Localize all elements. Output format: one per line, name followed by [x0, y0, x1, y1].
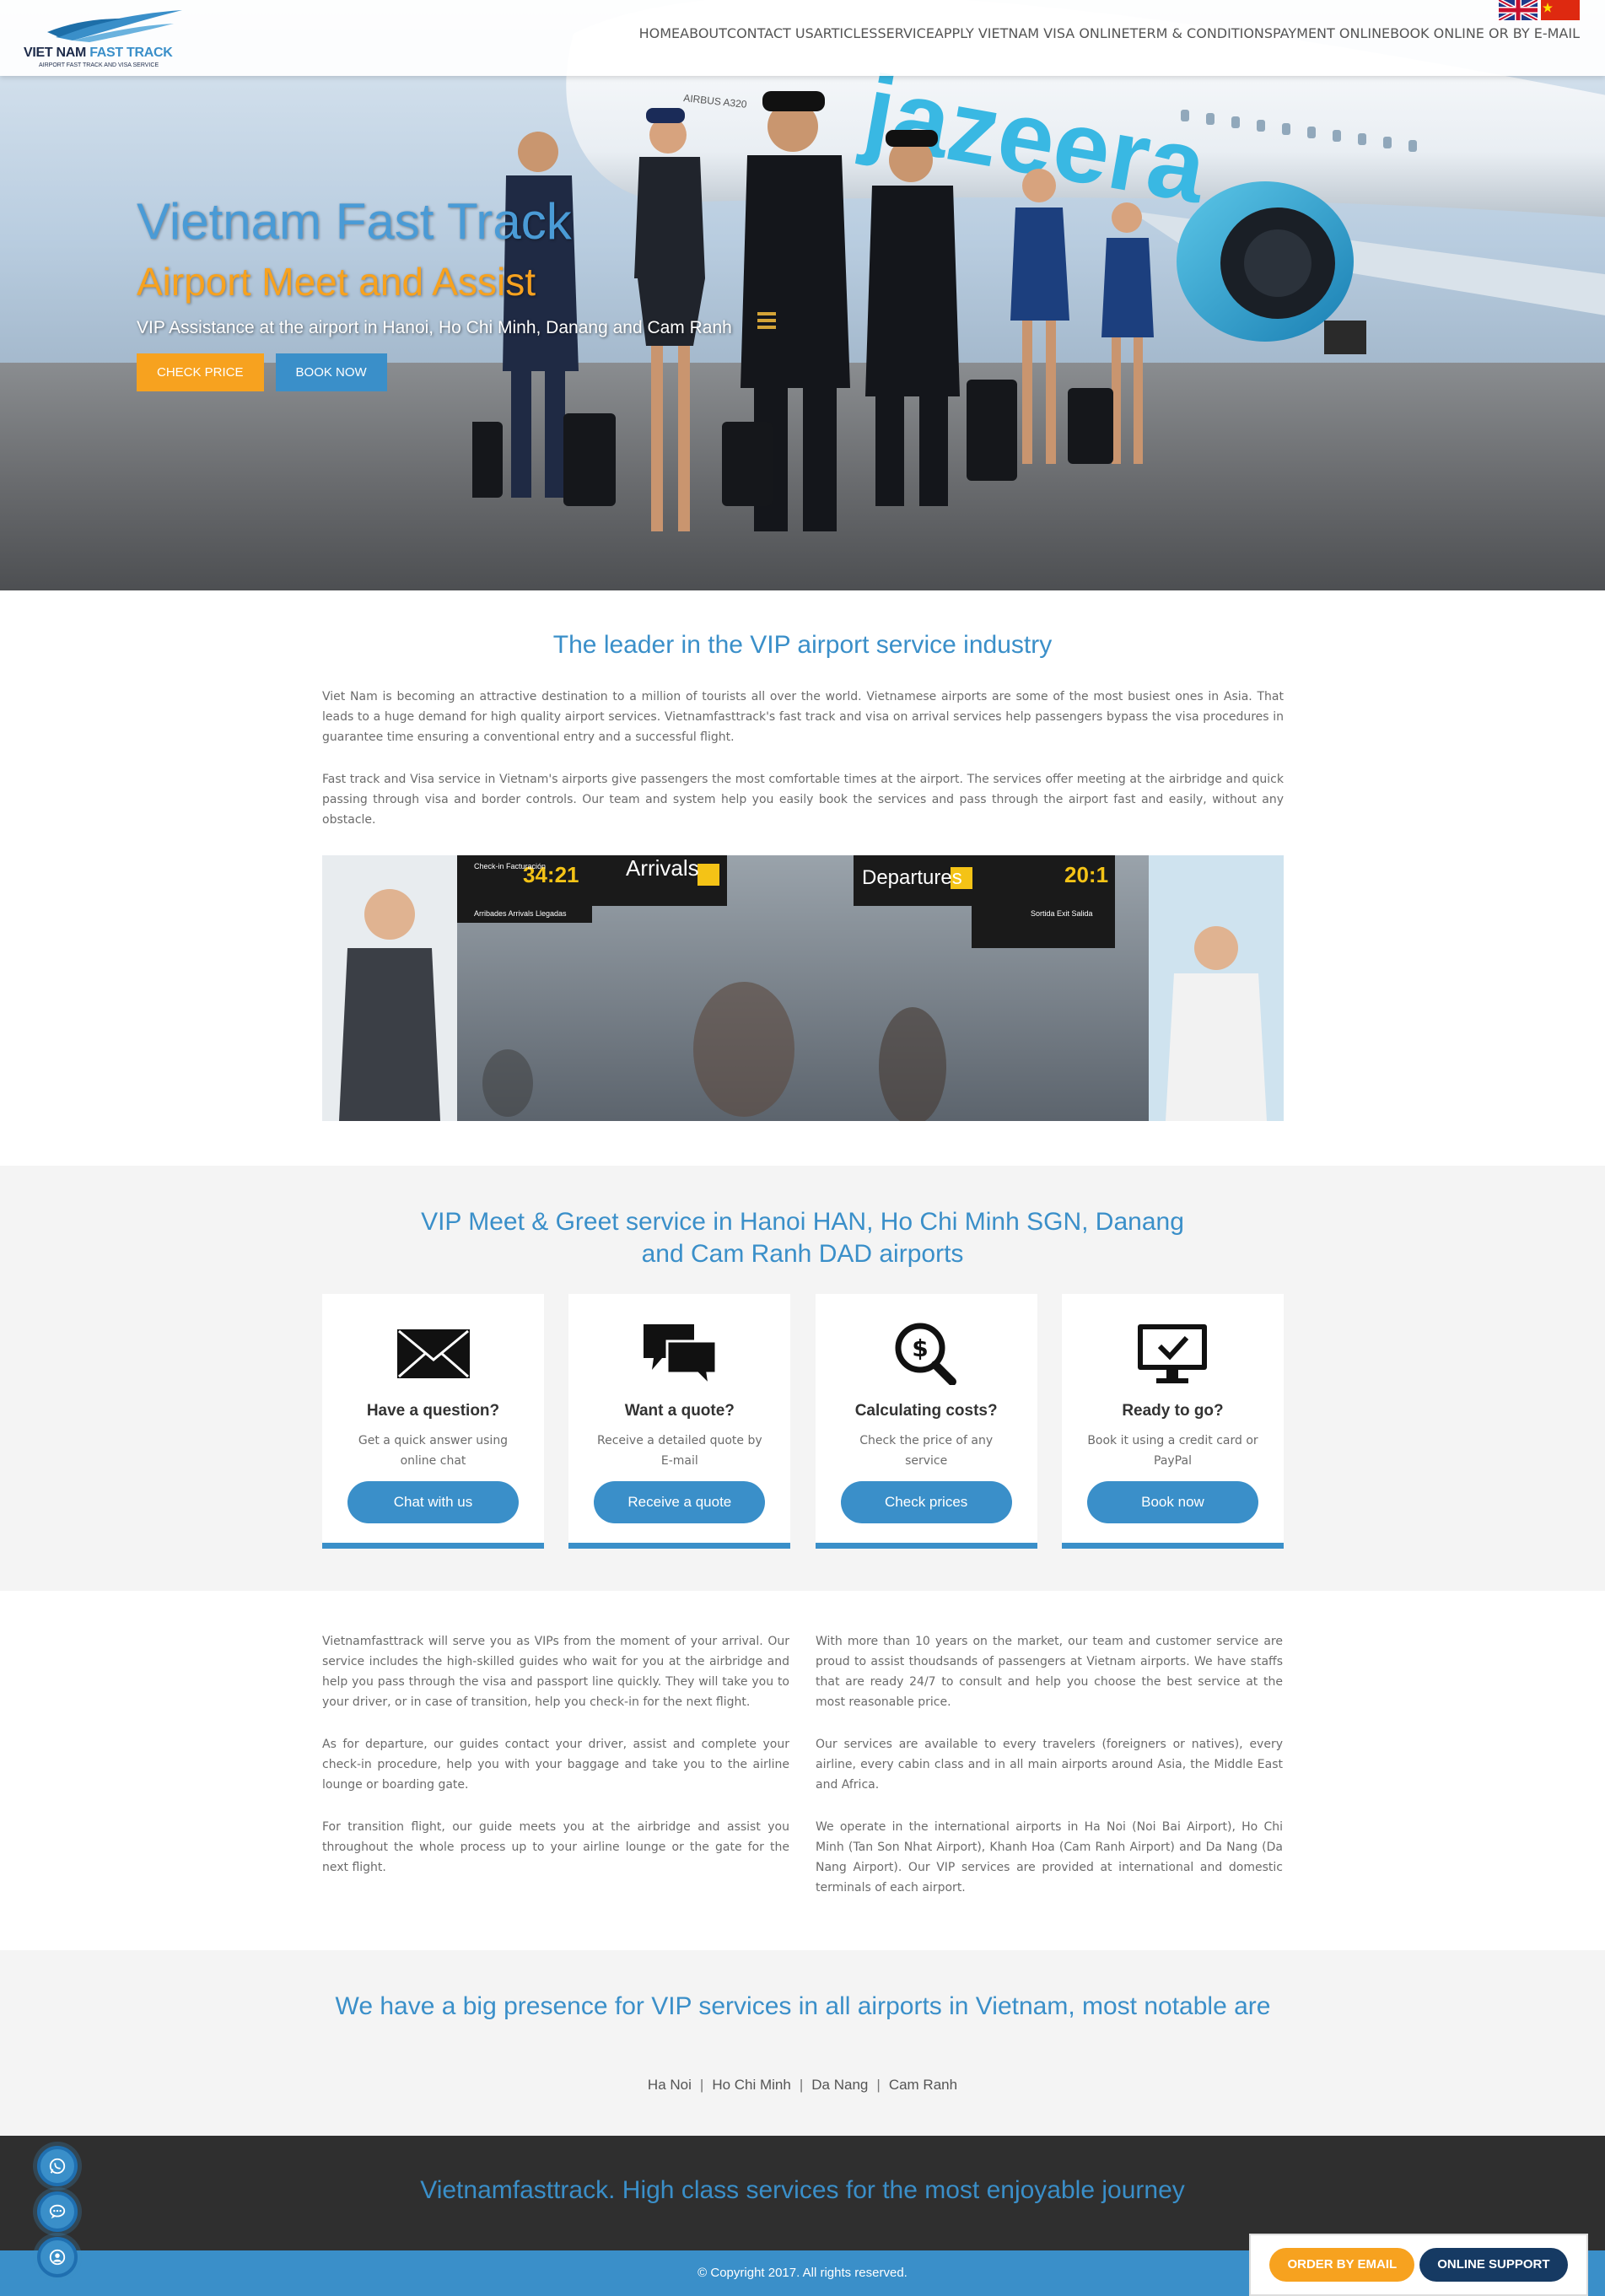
- site-header: VIET NAM FAST TRACK AIRPORT FAST TRACK A…: [0, 0, 1605, 76]
- hero-subtitle: Airport Meet and Assist: [137, 260, 536, 304]
- sign-gate-right: 20:1: [1064, 862, 1108, 887]
- whatsapp-icon: [49, 2158, 66, 2175]
- check-price-button[interactable]: CHECK PRICE: [137, 353, 264, 391]
- airport-item[interactable]: Ho Chi Minh: [712, 2077, 791, 2093]
- leader-title: The leader in the VIP airport service in…: [552, 631, 1053, 659]
- nav-item-payment-online[interactable]: PAYMENT ONLINE: [1273, 25, 1390, 41]
- card-title: Want a quote?: [624, 1402, 735, 1420]
- svg-text:$: $: [912, 1334, 928, 1362]
- uk-flag-icon[interactable]: [1499, 0, 1538, 20]
- book-online-button[interactable]: BOOK ONLINE OR BY E-MAIL: [1390, 25, 1580, 41]
- about-left-column: Vietnamfasttrack will serve you as VIPs …: [322, 1631, 789, 1900]
- card-title: Ready to go?: [1122, 1402, 1224, 1420]
- support-widget: ORDER BY EMAIL ONLINE SUPPORT: [1249, 2234, 1588, 2296]
- meet-greet-section: VIP Meet & Greet service in Hanoi HAN, H…: [0, 1166, 1605, 1591]
- monitor-check-icon: [1138, 1324, 1208, 1383]
- airport-item[interactable]: Cam Ranh: [889, 2077, 957, 2093]
- hero-buttons: CHECK PRICE BOOK NOW: [137, 353, 732, 391]
- contact-button[interactable]: [37, 2237, 78, 2277]
- book-now-button[interactable]: BOOK NOW: [275, 353, 387, 391]
- airport-collage-image: 34:21 20:1 Arrivals Departures Check-in …: [322, 855, 1284, 1121]
- nav-item-service[interactable]: SERVICE: [877, 25, 934, 41]
- about-paragraph: Vietnamfasttrack will serve you as VIPs …: [322, 1635, 789, 1709]
- card-description: Check the price of any service: [859, 1434, 994, 1468]
- sign-sortida: Sortida Exit Salida: [1031, 909, 1093, 918]
- feature-cards: Have a question? Get a quick answer usin…: [322, 1294, 1284, 1549]
- leader-paragraph-2: Fast track and Visa service in Vietnam's…: [322, 773, 1284, 827]
- leader-paragraph-1: Viet Nam is becoming an attractive desti…: [322, 690, 1284, 744]
- card-quote: Want a quote? Receive a detailed quote b…: [568, 1294, 791, 1549]
- sign-arribades: Arribades Arrivals Llegadas: [474, 909, 567, 918]
- language-flags: [1499, 0, 1580, 20]
- whatsapp-button[interactable]: [37, 2146, 78, 2186]
- airport-item[interactable]: Da Nang: [811, 2077, 868, 2093]
- hero-banner: jazeera AIRBUS A320 Vietnam Fast Track A…: [0, 0, 1605, 590]
- china-flag-icon[interactable]: [1541, 0, 1580, 20]
- about-paragraph: Our services are available to every trav…: [816, 1738, 1283, 1792]
- hero-title: Vietnam Fast Track: [137, 193, 572, 250]
- logo-wings-icon: [47, 10, 182, 42]
- site-logo[interactable]: VIET NAM FAST TRACK AIRPORT FAST TRACK A…: [24, 7, 184, 70]
- about-section: Vietnamfasttrack will serve you as VIPs …: [0, 1591, 1605, 1950]
- card-description: Get a quick answer using online chat: [358, 1434, 509, 1468]
- sign-arrivals: Arrivals: [626, 855, 699, 881]
- hero-text-block: Vietnam Fast Track Airport Meet and Assi…: [137, 192, 732, 391]
- about-paragraph: We operate in the international airports…: [816, 1820, 1283, 1894]
- main-nav: HOME ABOUT CONTACT US ARTICLES SERVICE A…: [639, 25, 1580, 41]
- nav-item-terms[interactable]: TERM & CONDITIONS: [1130, 25, 1273, 41]
- check-prices-button[interactable]: Check prices: [840, 1481, 1012, 1523]
- hero-description: VIP Assistance at the airport in Hanoi, …: [137, 318, 732, 337]
- card-costs: $ Calculating costs? Check the price of …: [815, 1294, 1037, 1549]
- card-ready: Ready to go? Book it using a credit card…: [1061, 1294, 1284, 1549]
- nav-item-contact-us[interactable]: CONTACT US: [727, 25, 814, 41]
- logo-tagline: AIRPORT FAST TRACK AND VISA SERVICE: [39, 62, 159, 68]
- logo-text: VIET NAM FAST TRACK: [24, 46, 173, 61]
- online-support-button[interactable]: ONLINE SUPPORT: [1419, 2248, 1568, 2282]
- footer-tagline: Vietnamfasttrack. High class services fo…: [420, 2176, 1185, 2204]
- dollar-search-icon: $: [895, 1323, 957, 1385]
- logo-brand-accent: FAST TRACK: [89, 46, 173, 60]
- receive-quote-button[interactable]: Receive a quote: [594, 1481, 766, 1523]
- order-by-email-button[interactable]: ORDER BY EMAIL: [1269, 2248, 1415, 2282]
- about-paragraph: As for departure, our guides contact you…: [322, 1738, 789, 1792]
- logo-brand-main: VIET NAM: [24, 46, 87, 60]
- chat-with-us-button[interactable]: Chat with us: [347, 1481, 519, 1523]
- airport-list: Ha Noi | Ho Chi Minh | Da Nang | Cam Ranh: [0, 2077, 1605, 2094]
- nav-item-about[interactable]: ABOUT: [680, 25, 727, 41]
- about-right-column: With more than 10 years on the market, o…: [816, 1631, 1283, 1920]
- sign-checkin: Check-in Facturación: [474, 862, 546, 870]
- airport-separator: |: [699, 2077, 704, 2093]
- nav-item-articles[interactable]: ARTICLES: [814, 25, 878, 41]
- about-paragraph: For transition flight, our guide meets y…: [322, 1820, 789, 1874]
- about-paragraph: With more than 10 years on the market, o…: [816, 1635, 1283, 1709]
- airport-separator: |: [876, 2077, 881, 2093]
- presence-section: We have a big presence for VIP services …: [0, 1950, 1605, 2136]
- airport-item[interactable]: Ha Noi: [648, 2077, 692, 2093]
- meet-greet-title: VIP Meet & Greet service in Hanoi HAN, H…: [421, 1208, 1184, 1268]
- book-now-card-button[interactable]: Book now: [1086, 1481, 1258, 1523]
- card-description: Book it using a credit card or PayPal: [1087, 1434, 1258, 1468]
- leader-section: The leader in the VIP airport service in…: [0, 590, 1605, 1166]
- nav-item-home[interactable]: HOME: [639, 25, 681, 41]
- chat-icon: [49, 2204, 66, 2219]
- chat-bubbles-icon: [643, 1324, 718, 1385]
- card-description: Receive a detailed quote by E-mail: [597, 1434, 762, 1468]
- presence-title: We have a big presence for VIP services …: [335, 1992, 1271, 2020]
- sign-departures: Departures: [862, 866, 962, 889]
- card-question: Have a question? Get a quick answer usin…: [322, 1294, 544, 1549]
- card-title: Have a question?: [366, 1402, 500, 1420]
- airport-separator: |: [799, 2077, 804, 2093]
- card-title: Calculating costs?: [854, 1402, 998, 1420]
- chat-button[interactable]: [37, 2191, 78, 2232]
- nav-item-apply-visa[interactable]: APPLY VIETNAM VISA ONLINE: [934, 25, 1130, 41]
- envelope-icon: [396, 1329, 470, 1378]
- user-circle-icon: [49, 2249, 66, 2266]
